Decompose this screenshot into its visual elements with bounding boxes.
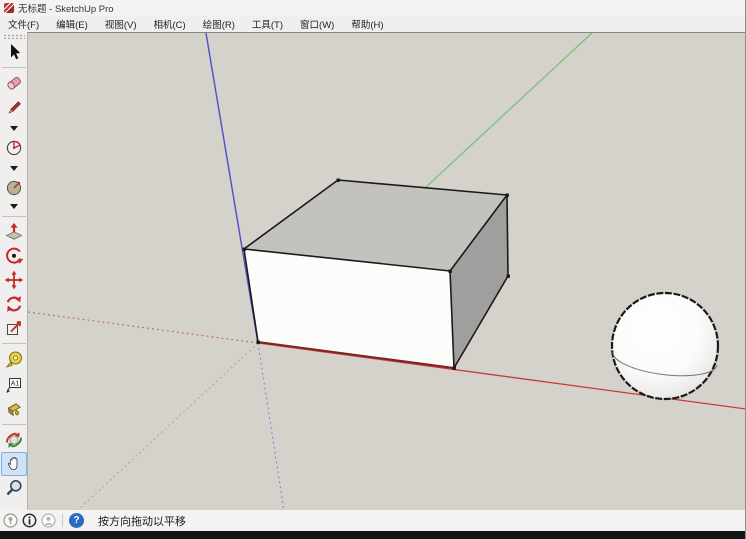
toolbar-separator <box>2 67 26 68</box>
sphere-model[interactable] <box>612 293 718 399</box>
tool-rotate[interactable] <box>1 292 27 316</box>
push-pull-icon <box>4 222 24 242</box>
arc-tool-icon <box>4 138 24 158</box>
tool-tape-measure[interactable] <box>1 347 27 373</box>
toolbar-separator <box>2 216 26 217</box>
chevron-down-icon <box>10 204 18 209</box>
toolbar-separator <box>2 343 26 344</box>
rotate-icon <box>4 294 24 314</box>
tool-follow-me[interactable] <box>1 244 27 268</box>
menu-tools[interactable]: 工具(T) <box>247 16 288 32</box>
model-scene <box>28 33 745 511</box>
tool-select[interactable] <box>1 40 27 64</box>
menu-view[interactable]: 视图(V) <box>100 16 142 32</box>
toolbar-grip[interactable] <box>3 34 25 39</box>
tool-text[interactable]: A1 <box>1 373 27 397</box>
tool-move[interactable] <box>1 268 27 292</box>
help-button[interactable]: ? <box>69 513 84 528</box>
sphere-outline[interactable] <box>612 293 718 399</box>
window-bottom-strip <box>0 531 745 539</box>
sketchup-logo-icon <box>4 3 14 13</box>
geolocation-icon <box>3 513 18 528</box>
tape-measure-icon <box>4 350 24 370</box>
menu-file[interactable]: 文件(F) <box>3 16 44 32</box>
svg-text:A1: A1 <box>10 381 19 388</box>
magnifier-icon <box>4 478 24 498</box>
tool-arc-flyout[interactable] <box>1 161 27 175</box>
move-icon <box>4 270 24 290</box>
tool-push-pull[interactable] <box>1 220 27 244</box>
pencil-icon <box>4 98 24 118</box>
tool-scale[interactable] <box>1 316 27 340</box>
sign-in-button[interactable] <box>41 513 56 528</box>
help-icon: ? <box>73 515 79 526</box>
menu-edit[interactable]: 编辑(E) <box>51 16 93 32</box>
sign-in-person-icon <box>41 513 56 528</box>
statusbar-separator <box>62 514 63 527</box>
select-arrow-icon <box>4 42 24 62</box>
text-tool-icon: A1 <box>4 375 24 395</box>
title-bar: 无标题 - SketchUp Pro <box>0 0 745 16</box>
status-bar: ? 按方向拖动以平移 <box>0 510 745 531</box>
tool-circle-flyout[interactable] <box>1 199 27 213</box>
tool-orbit[interactable] <box>1 428 27 452</box>
info-icon <box>22 513 37 528</box>
tool-line[interactable] <box>1 95 27 121</box>
paint-bucket-icon <box>4 399 24 419</box>
tool-eraser[interactable] <box>1 71 27 95</box>
follow-me-icon <box>4 246 24 266</box>
window-title: 无标题 - SketchUp Pro <box>18 1 114 15</box>
tool-zoom[interactable] <box>1 476 27 500</box>
tool-arc[interactable] <box>1 135 27 161</box>
tool-circle[interactable] <box>1 175 27 199</box>
credits-button[interactable] <box>22 513 37 528</box>
menu-draw[interactable]: 绘图(R) <box>198 16 240 32</box>
circle-tool-icon <box>4 177 24 197</box>
3d-viewport[interactable] <box>28 32 745 510</box>
orbit-icon <box>4 430 24 450</box>
tool-line-flyout[interactable] <box>1 121 27 135</box>
chevron-down-icon <box>10 126 18 131</box>
eraser-icon <box>4 73 24 93</box>
pan-hand-icon <box>4 454 24 474</box>
toolbar-separator <box>2 424 26 425</box>
sketchup-window: 无标题 - SketchUp Pro 文件(F) 编辑(E) 视图(V) 相机(… <box>0 0 746 539</box>
tool-paint-bucket[interactable] <box>1 397 27 421</box>
tool-palette: A1 <box>0 32 28 510</box>
menu-camera[interactable]: 相机(C) <box>148 16 190 32</box>
menu-window[interactable]: 窗口(W) <box>295 16 339 32</box>
status-message: 按方向拖动以平移 <box>98 513 186 529</box>
menu-bar: 文件(F) 编辑(E) 视图(V) 相机(C) 绘图(R) 工具(T) 窗口(W… <box>0 16 745 32</box>
geolocation-button[interactable] <box>3 513 18 528</box>
tool-pan[interactable] <box>1 452 27 476</box>
scale-icon <box>4 318 24 338</box>
menu-help[interactable]: 帮助(H) <box>346 16 388 32</box>
chevron-down-icon <box>10 166 18 171</box>
